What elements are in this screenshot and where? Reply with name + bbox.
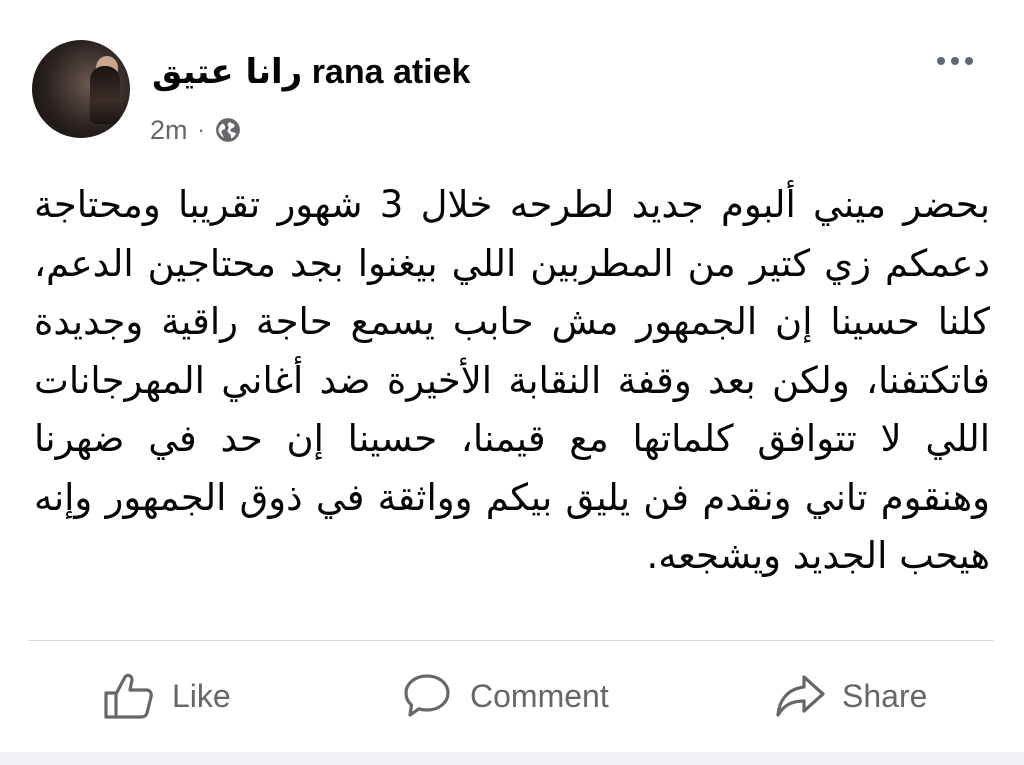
globe-icon[interactable] [215,117,241,143]
author-name-arabic: رانا عتيق [152,52,303,92]
comment-icon [404,674,450,717]
post-text: بحضر ميني ألبوم جديد لطرحه خلال 3 شهور ت… [34,183,990,577]
thumbs-up-icon [104,673,153,719]
like-label: Like [172,677,231,714]
facebook-post: رانا عتيق rana atiek 2m · بحضر ميني ألبو… [0,0,1024,765]
post-actions: Like Comment Share [0,660,1024,732]
avatar-figure [90,66,120,124]
share-label: Share [842,677,928,714]
more-options-button[interactable] [930,46,980,76]
author-name[interactable]: رانا عتيق rana atiek [152,50,470,94]
comment-button[interactable]: Comment [402,672,609,720]
post-meta: 2m · [150,110,241,150]
feed-separator [0,752,1024,765]
divider [28,640,994,641]
meta-separator: · [197,117,205,142]
author-name-english: rana atiek [311,53,471,91]
more-dot [965,57,973,65]
more-dot [951,57,959,65]
share-button[interactable]: Share [774,672,927,720]
like-button[interactable]: Like [102,672,231,720]
post-timestamp[interactable]: 2m [150,115,188,146]
share-arrow-icon [776,675,825,717]
more-dot [937,57,945,65]
comment-label: Comment [470,677,609,714]
avatar[interactable] [32,40,130,138]
